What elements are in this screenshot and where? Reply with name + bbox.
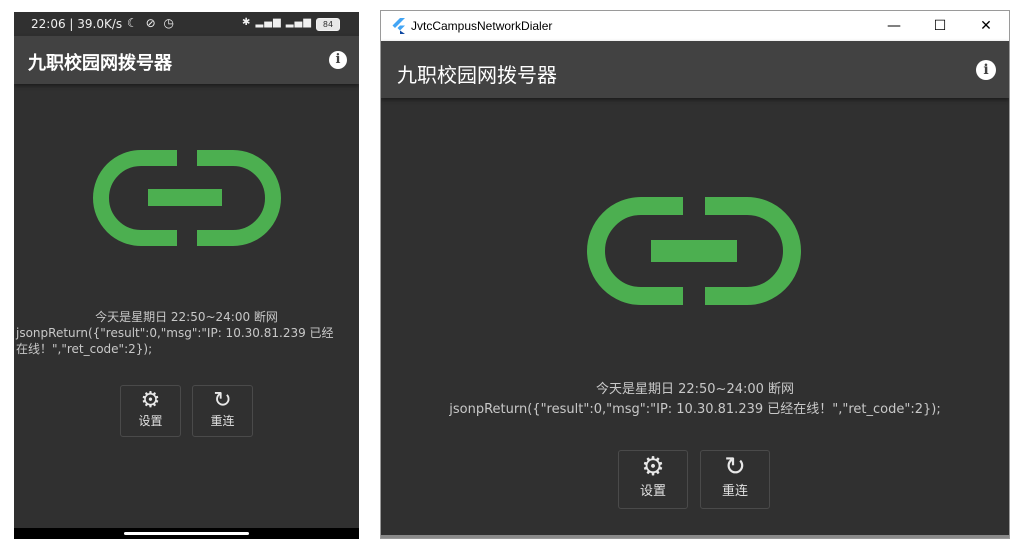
settings-label: 设置 [639,484,666,499]
battery-icon: 84 [316,18,340,31]
reconnect-button[interactable]: ↻ 重连 [700,450,770,509]
signal-icons: ✱ ▂▄▆ ▂▄▆ ◠ [242,17,326,28]
window-titlebar[interactable]: JvtcCampusNetworkDialer — ☐ ✕ [381,11,1009,41]
minimize-button[interactable]: — [871,11,917,41]
desktop-window: JvtcCampusNetworkDialer — ☐ ✕ 九职校园网拨号器 i… [380,10,1010,539]
connection-status: 今天是星期日 22:50~24:00 断网 jsonpReturn({"resu… [381,380,1009,420]
settings-label: 设置 [138,414,163,428]
reconnect-button[interactable]: ↻ 重连 [192,385,253,437]
status-icons-left: ☾ ⊘ ◷ [127,16,176,30]
refresh-icon: ↻ [213,388,232,413]
app-title: 九职校园网拨号器 [397,63,557,87]
flutter-icon [392,18,405,34]
refresh-icon: ↻ [724,452,746,482]
gear-icon: ⚙ [641,452,665,482]
home-indicator[interactable] [124,532,249,535]
maximize-button[interactable]: ☐ [917,11,963,41]
gear-icon: ⚙ [140,388,161,413]
reconnect-label: 重连 [721,484,748,499]
app-title: 九职校园网拨号器 [28,53,172,74]
connection-status: 今天是星期日 22:50~24:00 断网 jsonpReturn({"resu… [14,308,359,357]
info-icon[interactable]: i [976,60,996,80]
schedule-text: 今天是星期日 22:50~24:00 断网 [95,310,278,324]
settings-button[interactable]: ⚙ 设置 [618,450,688,509]
status-bar: 22:06 | 39.0K/s ☾ ⊘ ◷ ✱ ▂▄▆ ▂▄▆ ◠ 84 [14,12,359,36]
info-icon[interactable]: i [329,51,347,69]
settings-button[interactable]: ⚙ 设置 [120,385,181,437]
response-text: jsonpReturn({"result":0,"msg":"IP: 10.30… [16,326,334,356]
link-icon [587,197,801,305]
reconnect-label: 重连 [210,414,235,428]
response-text: jsonpReturn({"result":0,"msg":"IP: 10.30… [449,402,941,417]
app-bar: 九职校园网拨号器 i [381,41,1009,98]
window-border [381,535,1009,538]
network-speed: 39.0K/s [77,17,123,31]
app-bar: 九职校园网拨号器 i [14,36,359,84]
status-time: 22:06 | 39.0K/s [31,17,123,31]
schedule-text: 今天是星期日 22:50~24:00 断网 [595,382,795,397]
window-title: JvtcCampusNetworkDialer [411,19,553,33]
link-icon [93,150,281,246]
phone-screen: 22:06 | 39.0K/s ☾ ⊘ ◷ ✱ ▂▄▆ ▂▄▆ ◠ 84 九职校… [14,12,359,539]
close-button[interactable]: ✕ [963,11,1009,41]
navigation-bar [14,528,359,539]
